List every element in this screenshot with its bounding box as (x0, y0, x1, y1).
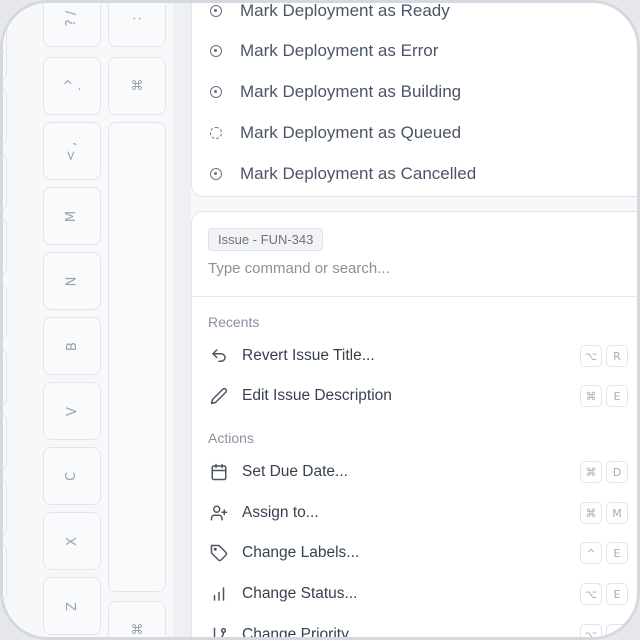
menu-item-label: Mark Deployment as Cancelled (240, 164, 477, 183)
divider (173, 3, 191, 637)
section-actions: Actions (208, 430, 254, 446)
key-hint: ⌘ (580, 461, 602, 483)
command-set-due-date[interactable]: Set Due Date... ⌘ D (208, 457, 637, 487)
key-hint: D (606, 461, 628, 483)
key-hint: ⌥ (580, 345, 602, 367)
command-revert-title[interactable]: Revert Issue Title... ⌥ R (208, 341, 637, 371)
key[interactable]: D (3, 478, 7, 536)
key[interactable]: J (3, 218, 7, 276)
key-hint: E (606, 385, 628, 407)
command-assign[interactable]: Assign to... ⌘ M (208, 498, 637, 528)
key-v[interactable]: V (43, 382, 101, 440)
key-m[interactable]: M (43, 187, 101, 245)
user-plus-icon (208, 502, 230, 524)
menu-item-building[interactable]: Mark Deployment as Building (210, 82, 461, 102)
deployment-menu: Mark Deployment as Ready Mark Deployment… (191, 1, 637, 197)
key-hint (606, 624, 628, 637)
key-hint: ^ (580, 542, 602, 564)
divider (192, 296, 637, 297)
key[interactable]: K (3, 88, 7, 146)
key[interactable]: H (3, 283, 7, 341)
pencil-icon (208, 385, 230, 407)
key-b[interactable]: B (43, 317, 101, 375)
shortcut: ⌘ M (580, 502, 628, 524)
key[interactable]: . (3, 23, 7, 81)
key-hint: ⌘ (580, 385, 602, 407)
issue-badge: Issue - FUN-343 (208, 228, 324, 251)
bar-chart-icon (208, 583, 230, 605)
key[interactable]: S (3, 543, 7, 601)
menu-item-label: Mark Deployment as Ready (240, 1, 450, 20)
key-hint: ⌘ (580, 502, 602, 524)
menu-item-label: Mark Deployment as Queued (240, 123, 462, 142)
ready-icon (210, 5, 222, 17)
error-icon (210, 45, 222, 57)
queued-icon (210, 127, 222, 139)
key-x[interactable]: X (43, 512, 101, 570)
shortcut: ⌘ D (580, 461, 628, 483)
app-window: . K K J H G F D S ? / ^ . < , M N B V C … (0, 0, 640, 640)
command-label: Edit Issue Description (242, 387, 392, 404)
key[interactable]: K (3, 153, 7, 211)
key-command[interactable]: ⌘ (108, 57, 166, 115)
key-c[interactable]: C (43, 447, 101, 505)
key-space[interactable] (108, 122, 166, 592)
command-change-labels[interactable]: Change Labels... ^ E (208, 538, 637, 568)
command-change-priority[interactable]: Change Priority... ⌥ (208, 620, 637, 640)
menu-item-label: Mark Deployment as Building (240, 82, 462, 101)
key-n[interactable]: N (43, 252, 101, 310)
command-label: Change Labels... (242, 544, 360, 561)
command-change-status[interactable]: Change Status... ⌥ E (208, 579, 637, 609)
menu-item-label: Mark Deployment as Error (240, 41, 439, 60)
menu-item-queued[interactable]: Mark Deployment as Queued (210, 123, 461, 143)
shortcut: ⌥ R (580, 345, 628, 367)
key-hint: R (606, 345, 628, 367)
cancelled-icon (210, 168, 222, 180)
command-label: Assign to... (242, 504, 319, 521)
key-colon[interactable]: : (108, 3, 166, 47)
calendar-icon (208, 461, 230, 483)
command-label: Change Status... (242, 585, 358, 602)
command-palette: Issue - FUN-343 Recents Revert Issue Tit… (191, 211, 637, 640)
key-hint: ⌥ (580, 624, 602, 637)
key-hint: E (606, 542, 628, 564)
key-less-than[interactable]: < , (43, 122, 101, 180)
command-label: Change Priority... (242, 626, 361, 640)
section-recents: Recents (208, 314, 260, 330)
shortcut: ⌥ E (580, 583, 628, 605)
key[interactable]: G (3, 348, 7, 406)
tag-icon (208, 542, 230, 564)
branch-icon (208, 624, 230, 637)
menu-item-error[interactable]: Mark Deployment as Error (210, 41, 438, 61)
shortcut: ⌘ E (580, 385, 628, 407)
key-hint: E (606, 583, 628, 605)
key-hint: ⌥ (580, 583, 602, 605)
command-edit-description[interactable]: Edit Issue Description ⌘ E (208, 381, 637, 411)
key-question[interactable]: ? / (43, 3, 101, 47)
command-label: Revert Issue Title... (242, 347, 375, 364)
key-z[interactable]: Z (43, 577, 101, 635)
key-caret[interactable]: ^ . (43, 57, 101, 115)
menu-item-ready[interactable]: Mark Deployment as Ready (210, 1, 450, 21)
search-input[interactable] (208, 260, 588, 277)
command-label: Set Due Date... (242, 463, 348, 480)
shortcut: ⌥ (580, 624, 628, 637)
menu-item-cancelled[interactable]: Mark Deployment as Cancelled (210, 164, 476, 184)
key-command[interactable]: ⌘ (108, 601, 166, 637)
shortcut: ^ E (580, 542, 628, 564)
key[interactable]: F (3, 413, 7, 471)
building-icon (210, 86, 222, 98)
undo-icon (208, 345, 230, 367)
key-hint: M (606, 502, 628, 524)
